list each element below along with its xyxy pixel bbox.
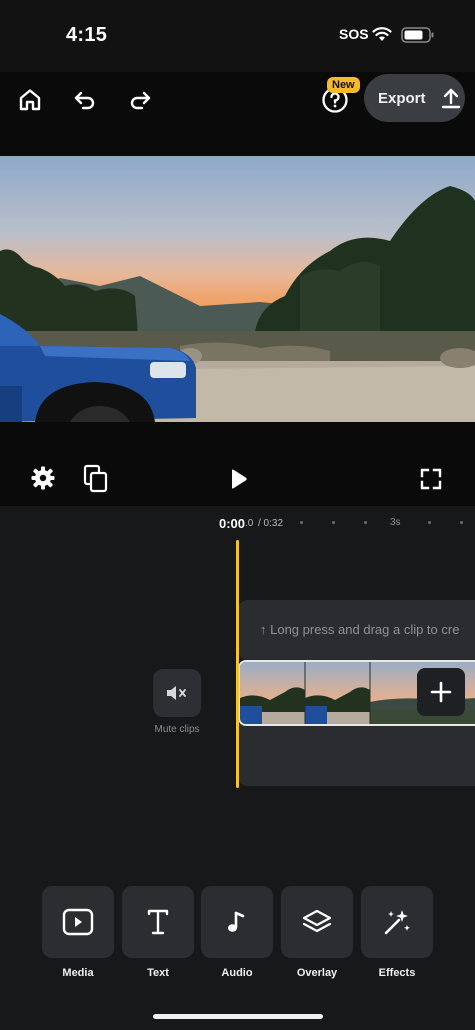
media-tool-label: Media (62, 967, 94, 979)
text-tool-label: Text (147, 967, 169, 979)
undo-button[interactable] (65, 80, 105, 120)
current-time-fraction: .0 (245, 518, 254, 529)
undo-icon (74, 91, 95, 110)
audio-tool-label: Audio (221, 967, 253, 979)
battery-icon (401, 27, 434, 43)
audio-icon (228, 911, 245, 932)
speaker-muted-icon (167, 686, 186, 700)
media-tool-button[interactable] (42, 886, 114, 958)
fullscreen-icon (420, 468, 442, 490)
total-duration: / 0:32 (258, 518, 284, 529)
mute-clips-label: Mute clips (154, 724, 200, 735)
settings-button[interactable] (28, 463, 58, 493)
duplicate-button[interactable] (81, 463, 111, 495)
overlay-tool-button[interactable] (281, 886, 353, 958)
playhead[interactable] (236, 540, 239, 788)
timeline-tick (428, 521, 431, 524)
current-time: 0:00 (219, 516, 246, 531)
play-icon (232, 469, 247, 489)
timeline-tick-label: 3s (390, 517, 401, 528)
plus-icon (430, 681, 452, 703)
gear-icon (31, 466, 55, 490)
status-time: 4:15 (66, 24, 108, 46)
home-indicator[interactable] (153, 1014, 323, 1019)
status-carrier: SOS (339, 26, 369, 42)
export-button[interactable]: Export (364, 74, 465, 122)
overlay-tool-label: Overlay (296, 967, 338, 979)
new-badge: New (327, 77, 360, 93)
text-icon (147, 909, 169, 935)
effects-tool-label: Effects (378, 967, 416, 979)
status-bar: 4:15 SOS (0, 0, 475, 72)
audio-track[interactable] (238, 724, 475, 786)
media-icon (62, 908, 94, 936)
timeline-tick (300, 521, 303, 524)
video-preview[interactable] (0, 156, 475, 422)
text-tool-button[interactable] (122, 886, 194, 958)
effects-icon (384, 910, 410, 935)
home-button[interactable] (10, 80, 50, 120)
export-label: Export (378, 89, 426, 107)
redo-icon (130, 91, 151, 110)
preview-frame-image (0, 156, 475, 422)
wifi-icon (372, 27, 392, 41)
fullscreen-button[interactable] (418, 466, 444, 492)
home-icon (19, 89, 41, 111)
timeline-tick (460, 521, 463, 524)
redo-button[interactable] (120, 80, 160, 120)
player-controls-bar (0, 422, 475, 506)
top-toolbar: New Export (0, 72, 475, 156)
drag-hint: ↑ Long press and drag a clip to cre (260, 622, 460, 637)
add-clip-button[interactable] (417, 668, 465, 716)
timeline-tick (332, 521, 335, 524)
copy-icon (83, 464, 108, 493)
upload-icon (441, 88, 460, 109)
mute-clips-button[interactable] (153, 669, 201, 717)
effects-tool-button[interactable] (361, 886, 433, 958)
play-button[interactable] (224, 465, 252, 493)
timeline-tick (364, 521, 367, 524)
overlay-icon (302, 909, 332, 933)
audio-tool-button[interactable] (201, 886, 273, 958)
